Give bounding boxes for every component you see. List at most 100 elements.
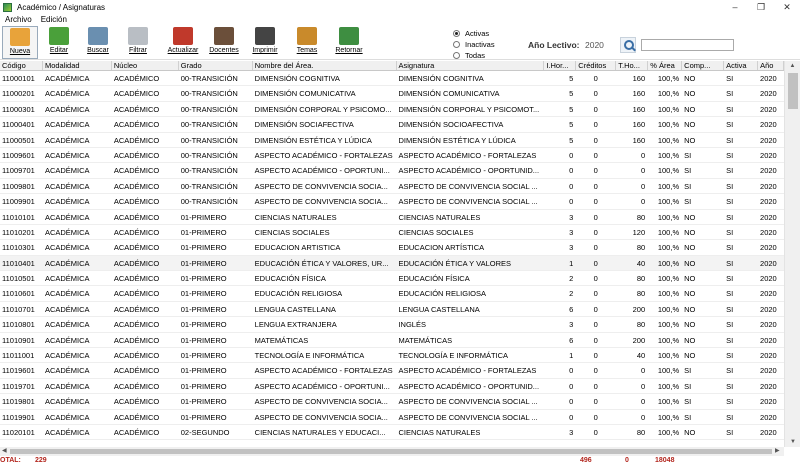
table-cell: NO [684, 120, 696, 130]
table-row[interactable]: 11010701 ACADÉMICA ACADÉMICO 01-PRIMERO LENG… [0, 302, 784, 318]
table-row[interactable]: 11000201 ACADÉMICA ACADÉMICO 00-TRANSICIÓN D… [0, 86, 784, 102]
column-header[interactable]: Nombre del Área. [253, 61, 397, 70]
minimize-button[interactable]: – [722, 0, 748, 14]
scroll-thumb[interactable] [788, 73, 798, 109]
vertical-scrollbar[interactable]: ▲ ▼ [784, 61, 800, 447]
table-cell: ACADÉMICO [113, 289, 160, 299]
table-row[interactable]: 11019901 ACADÉMICA ACADÉMICO 01-PRIMERO ASPE… [0, 410, 784, 425]
scroll-right-icon[interactable]: ▶ [775, 447, 780, 456]
toolbar-button-0[interactable]: Nueva [2, 26, 38, 59]
year-label: Año Lectivo: [528, 40, 580, 50]
table-row[interactable]: 11000501 ACADÉMICA ACADÉMICO 00-TRANSICIÓN D… [0, 133, 784, 148]
table-row[interactable]: 11009901 ACADÉMICA ACADÉMICO 00-TRANSICIÓN A… [0, 194, 784, 210]
search-input[interactable] [641, 39, 734, 51]
table-cell: SI [726, 320, 734, 330]
table-cell: SI [726, 166, 734, 176]
table-row[interactable]: 11010801 ACADÉMICA ACADÉMICO 01-PRIMERO LENG… [0, 317, 784, 333]
table-cell: 11000101 [2, 74, 35, 83]
table-row[interactable]: 11009601 ACADÉMICA ACADÉMICO 00-TRANSICIÓN A… [0, 148, 784, 164]
table-cell: 0 [593, 335, 598, 345]
table-row[interactable]: 11000401 ACADÉMICA ACADÉMICO 00-TRANSICIÓN D… [0, 117, 784, 133]
table-row[interactable]: 11011001 ACADÉMICA ACADÉMICO 01-PRIMERO TECN… [0, 348, 784, 364]
column-header[interactable]: Grado [179, 61, 253, 70]
table-cell: 11010701 [2, 304, 35, 314]
search-icon[interactable] [620, 37, 636, 53]
toolbar-button-1[interactable]: Editar [41, 26, 77, 59]
radio-inactivas[interactable]: Inactivas [453, 39, 495, 50]
column-header[interactable]: % Área [648, 61, 683, 70]
table-cell: SI [726, 335, 734, 345]
column-header[interactable]: Comp... [682, 61, 725, 70]
menu-edicion[interactable]: Edición [41, 15, 67, 24]
column-header[interactable]: Núcleo [112, 61, 179, 70]
toolbar-button-6[interactable]: Imprimir [247, 26, 283, 59]
table-cell: ACADÉMICA [44, 74, 90, 83]
toolbar-button-4[interactable]: Actualizar [165, 26, 201, 59]
column-header[interactable]: Año [758, 61, 784, 70]
table-cell: ASPECTO ACADÉMICO - OPORTUNI... [254, 166, 390, 176]
table-cell: 0 [593, 166, 598, 176]
column-header[interactable]: Código [0, 61, 43, 70]
table-cell: CIENCIAS SOCIALES [254, 227, 330, 237]
table-row[interactable]: 11019701 ACADÉMICA ACADÉMICO 01-PRIMERO ASPE… [0, 379, 784, 395]
scroll-left-icon[interactable]: ◀ [2, 447, 7, 456]
table-row[interactable]: 11010901 ACADÉMICA ACADÉMICO 01-PRIMERO MATE… [0, 333, 784, 349]
column-header[interactable]: I.Hor... [544, 61, 577, 70]
table-row[interactable]: 11000301 ACADÉMICA ACADÉMICO 00-TRANSICIÓN D… [0, 102, 784, 118]
table-cell: ASPECTO ACADÉMICO - OPORTUNI... [254, 381, 390, 391]
table-row[interactable]: 11010601 ACADÉMICA ACADÉMICO 01-PRIMERO EDUC… [0, 286, 784, 302]
table-cell: 11020101 [2, 427, 35, 437]
table-cell: 3 [569, 427, 574, 437]
close-button[interactable]: ✕ [774, 0, 800, 14]
table-cell: 160 [632, 135, 646, 145]
table-cell: ACADÉMICO [113, 89, 160, 99]
table-cell: 100,% [657, 412, 680, 422]
table-row[interactable]: 11010201 ACADÉMICA ACADÉMICO 01-PRIMERO CIEN… [0, 225, 784, 241]
table-cell: 5 [569, 74, 574, 83]
table-row[interactable]: 11000101 ACADÉMICA ACADÉMICO 00-TRANSICIÓN D… [0, 71, 784, 87]
menu-archivo[interactable]: Archivo [5, 15, 32, 24]
hscroll-thumb[interactable] [10, 449, 772, 454]
toolbar-button-2[interactable]: Buscar [80, 26, 116, 59]
column-header[interactable]: Asignatura [397, 61, 545, 70]
table-row[interactable]: 11010301 ACADÉMICA ACADÉMICO 01-PRIMERO EDUC… [0, 240, 784, 256]
column-header[interactable]: Modalidad [43, 61, 112, 70]
scroll-down-icon[interactable]: ▼ [785, 437, 800, 447]
toolbar-button-5[interactable]: Docentes [206, 26, 242, 59]
table-row[interactable]: 11010501 ACADÉMICA ACADÉMICO 01-PRIMERO EDUC… [0, 271, 784, 287]
table-cell: 100,% [657, 397, 680, 407]
table-cell: 0 [640, 166, 646, 176]
table-row[interactable]: 11019601 ACADÉMICA ACADÉMICO 01-PRIMERO ASPE… [0, 363, 784, 379]
table-cell: NO [684, 320, 696, 330]
totals-bar: OTAL: 229 496 0 18048 [0, 456, 800, 466]
toolbar-button-8[interactable]: Retornar [331, 26, 367, 59]
table-cell: 01-PRIMERO [180, 274, 227, 284]
table-cell: ACADÉMICO [113, 120, 160, 130]
table-cell: SI [726, 258, 734, 268]
column-header[interactable]: Activa [724, 61, 759, 70]
toolbar-button-3[interactable]: Filtrar [120, 26, 156, 59]
table-row[interactable]: 11010401 ACADÉMICA ACADÉMICO 01-PRIMERO EDUC… [0, 255, 784, 272]
table-cell: DIMENSIÓN SOCIOAFECTIVA [398, 120, 504, 130]
table-row[interactable]: 11009801 ACADÉMICA ACADÉMICO 00-TRANSICIÓN A… [0, 179, 784, 195]
scroll-up-icon[interactable]: ▲ [785, 61, 800, 71]
radio-dot-icon [453, 41, 460, 48]
table-cell: SI [726, 150, 734, 160]
column-header[interactable]: Créditos [576, 61, 617, 70]
column-header[interactable]: T.Ho... [616, 61, 649, 70]
toolbar-button-7[interactable]: Temas [289, 26, 325, 59]
table-row[interactable]: 11020101 ACADÉMICA ACADÉMICO 02-SEGUNDO CIEN… [0, 425, 784, 441]
table-cell: ASPECTO DE CONVIVENCIA SOCIAL ... [398, 197, 538, 207]
table-cell: 40 [636, 258, 646, 268]
radio-todas[interactable]: Todas [453, 50, 495, 61]
table-cell: 0 [569, 181, 574, 191]
table-cell: NO [684, 104, 696, 114]
table-cell: ASPECTO DE CONVIVENCIA SOCIA... [254, 181, 388, 191]
radio-activas[interactable]: Activas [453, 28, 495, 39]
table-row[interactable]: 11009701 ACADÉMICA ACADÉMICO 00-TRANSICIÓN A… [0, 163, 784, 179]
table-row[interactable]: 11010101 ACADÉMICA ACADÉMICO 01-PRIMERO CIEN… [0, 210, 784, 225]
horizontal-scrollbar[interactable]: ◀ ▶ [0, 447, 784, 456]
table-cell: 5 [569, 135, 574, 145]
maximize-button[interactable]: ❐ [748, 0, 774, 14]
table-row[interactable]: 11019801 ACADÉMICA ACADÉMICO 01-PRIMERO ASPE… [0, 394, 784, 410]
